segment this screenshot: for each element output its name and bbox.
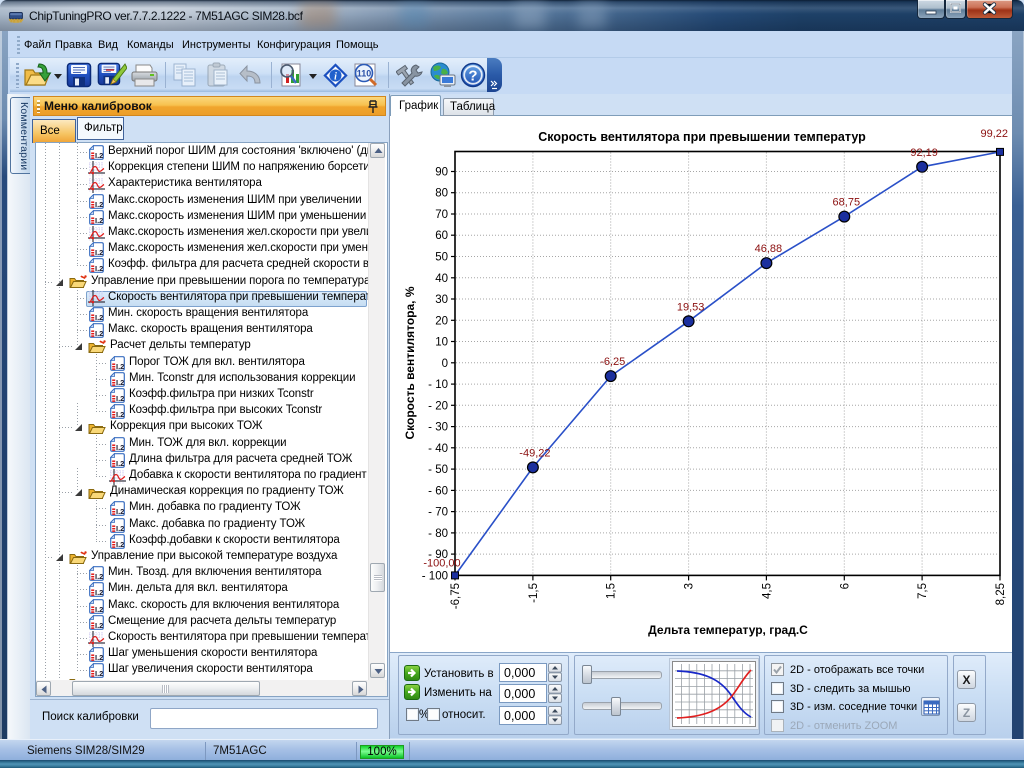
svg-text:I.2: I.2 bbox=[95, 572, 103, 581]
svg-text:80: 80 bbox=[435, 188, 448, 200]
svg-text:46,88: 46,88 bbox=[755, 243, 783, 255]
svg-text:68,75: 68,75 bbox=[833, 197, 861, 209]
svg-text:I.2: I.2 bbox=[95, 216, 103, 225]
svg-text:50: 50 bbox=[435, 252, 448, 264]
svg-text:I.2: I.2 bbox=[116, 540, 124, 549]
svg-text:30: 30 bbox=[435, 294, 448, 306]
svg-text:I.2: I.2 bbox=[95, 588, 103, 597]
svg-text:I.2: I.2 bbox=[116, 507, 124, 516]
svg-text:I.2: I.2 bbox=[95, 653, 103, 662]
svg-text:70: 70 bbox=[435, 209, 448, 221]
svg-text:I.2: I.2 bbox=[95, 248, 103, 257]
svg-text:90: 90 bbox=[435, 167, 448, 179]
svg-text:I.2: I.2 bbox=[116, 410, 124, 419]
svg-text:I.2: I.2 bbox=[116, 443, 124, 452]
svg-text:i: i bbox=[334, 72, 337, 83]
svg-text:92,19: 92,19 bbox=[910, 147, 938, 159]
svg-text:I.2: I.2 bbox=[95, 329, 103, 338]
svg-text:?: ? bbox=[468, 68, 477, 85]
svg-text:99,22: 99,22 bbox=[980, 128, 1008, 140]
svg-text:19,53: 19,53 bbox=[677, 301, 705, 313]
svg-text:8,25: 8,25 bbox=[995, 583, 1007, 605]
svg-text:20: 20 bbox=[435, 315, 448, 327]
svg-text:- 60: - 60 bbox=[428, 485, 448, 497]
svg-text:I.2: I.2 bbox=[116, 394, 124, 403]
svg-text:I.2: I.2 bbox=[116, 524, 124, 533]
svg-text:40: 40 bbox=[435, 273, 448, 285]
svg-text:110: 110 bbox=[357, 69, 372, 79]
svg-text:- 30: - 30 bbox=[428, 422, 448, 434]
svg-text:-100,00: -100,00 bbox=[423, 557, 460, 569]
svg-text:Скорость вентилятора при превы: Скорость вентилятора при превышении темп… bbox=[538, 130, 866, 144]
svg-text:3: 3 bbox=[684, 583, 696, 589]
svg-text:Дельта температур, град.C: Дельта температур, град.C bbox=[648, 623, 808, 637]
svg-text:-6,25: -6,25 bbox=[600, 356, 625, 368]
svg-text:I.2: I.2 bbox=[95, 621, 103, 630]
svg-text:I.2: I.2 bbox=[116, 362, 124, 371]
svg-text:- 50: - 50 bbox=[428, 464, 448, 476]
svg-text:6: 6 bbox=[839, 583, 851, 589]
svg-text:10: 10 bbox=[435, 337, 448, 349]
svg-text:- 10: - 10 bbox=[428, 379, 448, 391]
svg-text:Скорость вентилятора, %: Скорость вентилятора, % bbox=[403, 286, 417, 439]
svg-text:I.2: I.2 bbox=[95, 151, 103, 160]
svg-text:4,5: 4,5 bbox=[761, 583, 773, 599]
svg-text:0: 0 bbox=[442, 358, 448, 370]
svg-text:-49,22: -49,22 bbox=[519, 447, 550, 459]
svg-text:1,5: 1,5 bbox=[606, 583, 618, 599]
svg-text:60: 60 bbox=[435, 230, 448, 242]
svg-text:I.2: I.2 bbox=[95, 669, 103, 678]
svg-text:- 70: - 70 bbox=[428, 507, 448, 519]
svg-text:I.2: I.2 bbox=[95, 264, 103, 273]
svg-text:I.2: I.2 bbox=[116, 378, 124, 387]
svg-text:I.2: I.2 bbox=[95, 200, 103, 209]
svg-text:- 100: - 100 bbox=[422, 570, 448, 582]
svg-text:-6,75: -6,75 bbox=[450, 583, 462, 609]
svg-text:I.2: I.2 bbox=[116, 459, 124, 468]
svg-text:-1,5: -1,5 bbox=[528, 583, 540, 603]
svg-text:- 20: - 20 bbox=[428, 400, 448, 412]
svg-text:7,5: 7,5 bbox=[917, 583, 929, 599]
svg-text:- 40: - 40 bbox=[428, 443, 448, 455]
svg-text:- 80: - 80 bbox=[428, 528, 448, 540]
svg-text:I.2: I.2 bbox=[95, 313, 103, 322]
svg-text:I.2: I.2 bbox=[95, 605, 103, 614]
